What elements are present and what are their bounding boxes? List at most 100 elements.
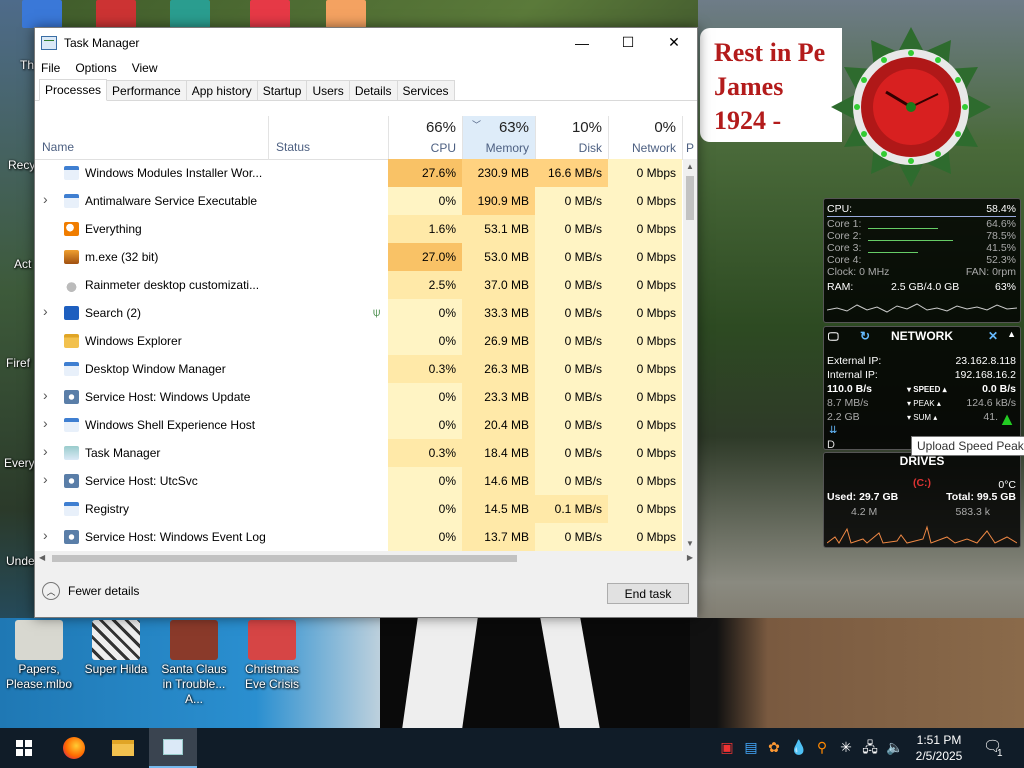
rainmeter-clock-widget[interactable] xyxy=(826,22,996,192)
column-header-power[interactable]: P xyxy=(682,116,697,160)
everything-search-icon[interactable]: ⚲ xyxy=(814,739,830,755)
vertical-scrollbar[interactable]: ▲ ▼ xyxy=(683,159,697,551)
desktop-icon-partial-5[interactable] xyxy=(326,0,366,28)
tab-startup[interactable]: Startup xyxy=(256,80,308,100)
desktop-icon-santa-claus[interactable]: Santa Claus in Trouble... A... xyxy=(156,620,232,707)
process-row[interactable]: m.exe (32 bit) 27.0% 53.0 MB 0 MB/s 0 Mbps xyxy=(35,243,683,271)
desktop-icon-partial-1[interactable] xyxy=(22,0,62,28)
process-row[interactable]: › Service Host: Windows Update 0% 23.3 MB 0 … xyxy=(35,383,683,411)
tab-app-history[interactable]: App history xyxy=(185,80,258,100)
process-row[interactable]: › Service Host: UtcSvc 0% 14.6 MB 0 MB/s 0 Mb… xyxy=(35,467,683,495)
chevron-right-icon[interactable]: › xyxy=(43,527,48,543)
menu-options[interactable]: Options xyxy=(75,61,116,75)
desktop-label-partial[interactable]: Unde xyxy=(6,554,35,568)
tab-details[interactable]: Details xyxy=(348,80,398,100)
desktop-icon-papers-please[interactable]: Papers, Please.mlbo xyxy=(1,620,77,692)
menu-view[interactable]: View xyxy=(132,61,158,75)
magnifier-orange-icon xyxy=(64,222,79,236)
end-task-button[interactable]: End task xyxy=(607,583,689,604)
desktop-label-partial[interactable]: Firef xyxy=(6,356,30,370)
network-icon[interactable]: 🖧 xyxy=(862,739,878,755)
process-row[interactable]: › Task Manager 0.3% 18.4 MB 0 MB/s 0 Mbps xyxy=(35,439,683,467)
scroll-right-icon[interactable]: ▶ xyxy=(687,553,693,562)
cpu-label: CPU: xyxy=(827,203,853,215)
process-memory-cell: 53.1 MB xyxy=(462,215,535,243)
chevron-right-icon[interactable]: › xyxy=(43,415,48,431)
rainmeter-network-panel[interactable]: 🖵 ↻ NETWORK ✕ ▲ External IP: 23.162.8.118… xyxy=(823,326,1021,451)
process-network-cell: 0 Mbps xyxy=(608,299,682,327)
tray-snowflake-icon[interactable]: ✳ xyxy=(838,739,854,755)
chevron-right-icon[interactable]: › xyxy=(43,387,48,403)
desktop-label-partial[interactable]: Recy xyxy=(8,158,35,172)
column-header-cpu[interactable]: 66% CPU xyxy=(388,116,462,160)
desktop-label-partial[interactable]: Act xyxy=(14,257,31,271)
menu-file[interactable]: File xyxy=(41,61,60,75)
collapse-icon[interactable]: ▲ xyxy=(1007,329,1016,339)
horizontal-scrollbar[interactable]: ◀ ▶ xyxy=(35,551,697,566)
refresh-icon[interactable]: ↻ xyxy=(860,329,870,343)
monitor-icon[interactable]: 🖵 xyxy=(828,331,839,344)
process-row[interactable]: › Windows Shell Experience Host 0% 20.4 MB 0… xyxy=(35,411,683,439)
process-row[interactable]: Rainmeter desktop customizati... 2.5% 37.0… xyxy=(35,271,683,299)
tray-display-icon[interactable]: ▤ xyxy=(743,739,759,755)
process-row[interactable]: › Service Host: Windows Event Log 0% 13.7 M… xyxy=(35,523,683,551)
start-button[interactable] xyxy=(0,728,48,768)
rainmeter-system-panel[interactable]: CPU: 58.4% Core 1: 64.6% Core 2: 78.5% Core… xyxy=(823,198,1021,323)
taskbar-firefox[interactable] xyxy=(50,728,98,768)
tray-app-icon[interactable]: ▣ xyxy=(719,739,735,755)
taskbar-task-manager[interactable] xyxy=(149,728,197,768)
taskbar-clock[interactable]: 1:51 PM 2/5/2025 xyxy=(908,732,970,764)
scroll-up-icon[interactable]: ▲ xyxy=(686,162,694,171)
process-cpu-cell: 0% xyxy=(388,467,462,495)
desktop-icon-partial-2[interactable] xyxy=(96,0,136,28)
tab-services[interactable]: Services xyxy=(396,80,455,100)
process-row[interactable]: Windows Explorer 0% 26.9 MB 0 MB/s 0 Mbps xyxy=(35,327,683,355)
tools-icon[interactable]: ✕ xyxy=(988,329,998,343)
desktop-icon-partial-4[interactable] xyxy=(250,0,290,28)
maximize-button[interactable]: ☐ xyxy=(605,28,651,57)
task-manager-window[interactable]: Task Manager — ☐ ✕ File Options View Pro… xyxy=(34,27,698,618)
process-name: Desktop Window Manager xyxy=(85,362,226,376)
drive-activity-graph xyxy=(827,525,1017,544)
process-row[interactable]: › Antimalware Service Executable 0% 190.9 M… xyxy=(35,187,683,215)
scrollbar-thumb[interactable] xyxy=(686,176,694,220)
process-row[interactable]: Registry 0% 14.5 MB 0.1 MB/s 0 Mbps xyxy=(35,495,683,523)
desktop-icon-partial-3[interactable] xyxy=(170,0,210,28)
process-row[interactable]: › Search (2) ⍦ 0% 33.3 MB 0 MB/s 0 Mbps xyxy=(35,299,683,327)
volume-icon[interactable]: 🔈 xyxy=(886,739,903,755)
tab-users[interactable]: Users xyxy=(306,80,350,100)
tray-colorful-icon[interactable]: ✿ xyxy=(766,739,782,755)
rainmeter-drop-icon[interactable]: 💧 xyxy=(790,739,807,755)
column-header-status[interactable]: Status xyxy=(276,140,310,154)
core-label: Core 3: xyxy=(827,242,862,254)
tab-processes[interactable]: Processes xyxy=(39,79,108,101)
scroll-left-icon[interactable]: ◀ xyxy=(39,553,45,562)
scroll-down-icon[interactable]: ▼ xyxy=(686,539,694,548)
chevron-right-icon[interactable]: › xyxy=(43,191,48,207)
chevron-right-icon[interactable]: › xyxy=(43,443,48,459)
rainmeter-drives-panel[interactable]: DRIVES (C:) 0°C Used: 29.7 GB Total: 99.5… xyxy=(823,452,1021,548)
desktop-icon-super-hilda[interactable]: Super Hilda xyxy=(78,620,154,677)
column-header-disk[interactable]: 10% Disk xyxy=(535,116,608,160)
process-row[interactable]: Windows Modules Installer Wor... 27.6% 230… xyxy=(35,159,683,187)
column-header-name[interactable]: Name xyxy=(42,140,74,154)
process-row[interactable]: Everything 1.6% 53.1 MB 0 MB/s 0 Mbps xyxy=(35,215,683,243)
taskbar-file-explorer[interactable] xyxy=(99,728,147,768)
process-row[interactable]: Desktop Window Manager 0.3% 26.3 MB 0 MB/s 0… xyxy=(35,355,683,383)
column-header-network[interactable]: 0% Network xyxy=(608,116,682,160)
expand-graph-icon[interactable]: ⇊ xyxy=(829,425,837,436)
core-bar xyxy=(868,228,938,229)
chevron-right-icon[interactable]: › xyxy=(43,303,48,319)
minimize-button[interactable]: — xyxy=(559,28,605,57)
chevron-right-icon[interactable]: › xyxy=(43,471,48,487)
title-bar[interactable]: Task Manager — ☐ ✕ xyxy=(35,28,697,57)
fewer-details-toggle[interactable]: ︿ Fewer details xyxy=(42,582,139,600)
scrollbar-thumb[interactable] xyxy=(52,555,517,562)
desktop-label-partial[interactable]: Every xyxy=(4,456,35,470)
tab-performance[interactable]: Performance xyxy=(106,80,187,100)
desktop-label-partial[interactable]: Th xyxy=(20,58,34,72)
desktop-icon-christmas-eve-crisis[interactable]: Christmas Eve Crisis xyxy=(234,620,310,692)
close-button[interactable]: ✕ xyxy=(651,28,697,57)
column-header-memory[interactable]: ﹀ 63% Memory xyxy=(462,116,535,160)
rainmeter-memorial-banner: Rest in Pe James 1924 - xyxy=(700,28,842,142)
